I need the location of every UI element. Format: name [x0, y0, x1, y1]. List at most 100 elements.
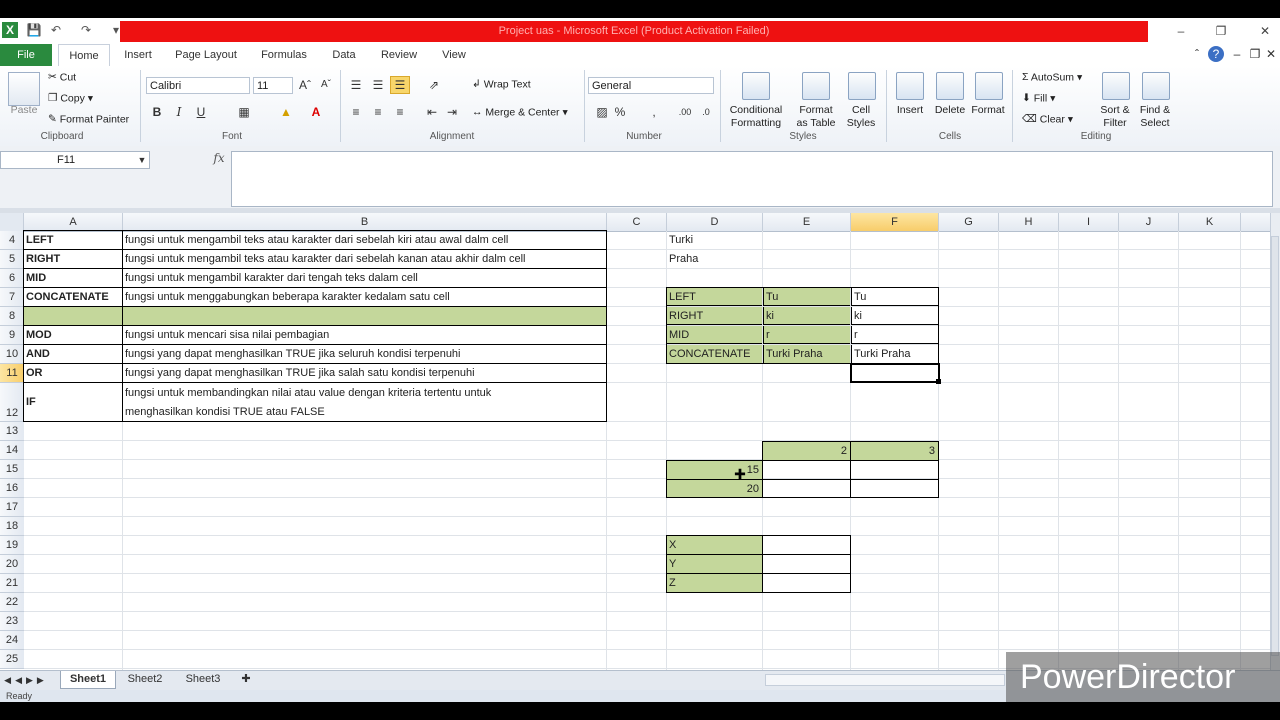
cell-a9[interactable]: MOD — [24, 326, 122, 345]
sheet-nav-arrows-icon[interactable]: ◀◀▶▶ — [4, 672, 48, 688]
binoculars-icon[interactable] — [1142, 72, 1170, 100]
format-as-table-icon[interactable] — [802, 72, 830, 100]
cell-b8[interactable] — [123, 307, 606, 325]
cell-styles-button[interactable]: Cell Styles — [838, 104, 884, 130]
column-header-k[interactable]: K — [1179, 213, 1241, 231]
tab-home[interactable]: Home — [58, 44, 110, 67]
cell-f14[interactable]: 3 — [851, 442, 938, 460]
undo-icon[interactable]: ↶ — [48, 22, 64, 38]
ribbon-collapse-icon[interactable]: ˆ — [1190, 46, 1204, 62]
align-top-icon[interactable]: ☰ — [348, 77, 364, 93]
cell-d16[interactable]: 20 — [667, 480, 762, 497]
paste-button[interactable]: Paste — [8, 104, 40, 117]
cell-f8[interactable]: ki — [851, 307, 938, 325]
cell-b12-line1[interactable]: fungsi untuk membandingkan nilai atau va… — [123, 384, 606, 403]
format-painter-button[interactable]: ✎ Format Painter — [48, 113, 129, 126]
row-header[interactable]: 13 — [0, 422, 24, 441]
tab-page-layout[interactable]: Page Layout — [170, 44, 242, 66]
font-size-combo[interactable]: 11 — [253, 77, 293, 94]
align-left-icon[interactable]: ≡ — [348, 104, 364, 120]
cell-f9[interactable]: r — [851, 326, 938, 344]
delete-cells-icon[interactable] — [936, 72, 964, 100]
conditional-formatting-button[interactable]: Conditional Formatting — [722, 104, 790, 130]
cell-e8[interactable]: ki — [763, 307, 850, 325]
format-cells-button[interactable]: Format — [968, 104, 1008, 117]
column-header-e[interactable]: E — [763, 213, 851, 231]
row-header[interactable]: 9 — [0, 326, 24, 345]
tab-data[interactable]: Data — [324, 44, 364, 66]
row-header[interactable]: 23 — [0, 612, 24, 631]
row-header[interactable]: 14 — [0, 441, 24, 460]
clear-button[interactable]: ⌫ Clear ▾ — [1022, 113, 1073, 126]
cut-button[interactable]: ✂ Cut — [48, 71, 76, 84]
align-right-icon[interactable]: ≡ — [392, 104, 408, 120]
align-middle-icon[interactable]: ☰ — [370, 77, 386, 93]
decrease-indent-icon[interactable]: ⇤ — [424, 104, 440, 120]
cell-a11[interactable]: OR — [24, 364, 122, 383]
insert-cells-button[interactable]: Insert — [890, 104, 930, 117]
fill-button[interactable]: ⬇ Fill ▾ — [1022, 92, 1055, 105]
column-header-c[interactable]: C — [607, 213, 667, 231]
name-box[interactable]: F11 — [0, 151, 150, 169]
column-header-b[interactable]: B — [123, 213, 607, 231]
conditional-formatting-icon[interactable] — [742, 72, 770, 100]
column-header-i[interactable]: I — [1059, 213, 1119, 231]
column-header-h[interactable]: H — [999, 213, 1059, 231]
format-cells-icon[interactable] — [975, 72, 1003, 100]
column-header-f[interactable]: F — [851, 213, 939, 231]
redo-icon[interactable]: ↷ — [78, 22, 94, 38]
underline-button[interactable]: U — [194, 104, 208, 120]
italic-button[interactable]: I — [172, 104, 186, 120]
row-header[interactable]: 6 — [0, 269, 24, 288]
fill-color-icon[interactable]: ▲ — [278, 104, 294, 120]
cell-d9[interactable]: MID — [667, 326, 762, 344]
row-header[interactable]: 5 — [0, 250, 24, 269]
comma-style-icon[interactable]: , — [648, 104, 660, 120]
bold-button[interactable]: B — [150, 104, 164, 120]
cell-d20[interactable]: Y — [667, 555, 762, 573]
cell-b12-line2[interactable]: menghasilkan kondisi TRUE atau FALSE — [123, 403, 606, 422]
merge-center-button[interactable]: ↔ Merge & Center ▾ — [472, 106, 568, 119]
cell-b5[interactable]: fungsi untuk mengambil teks atau karakte… — [123, 250, 606, 269]
cell-e10[interactable]: Turki Praha — [763, 345, 850, 363]
minimize-icon[interactable]: – — [1170, 22, 1192, 40]
sort-filter-icon[interactable] — [1102, 72, 1130, 100]
cell-b9[interactable]: fungsi untuk mencari sisa nilai pembagia… — [123, 326, 606, 345]
row-header[interactable]: 20 — [0, 555, 24, 574]
increase-indent-icon[interactable]: ⇥ — [444, 104, 460, 120]
cell-a6[interactable]: MID — [24, 269, 122, 288]
wrap-text-button[interactable]: ↲ Wrap Text — [472, 78, 531, 91]
cell-d10[interactable]: CONCATENATE — [667, 345, 762, 363]
row-header[interactable]: 12 — [0, 383, 24, 422]
insert-function-button[interactable]: fx — [210, 151, 228, 169]
row-header[interactable]: 19 — [0, 536, 24, 555]
doc-minimize-icon[interactable]: – — [1230, 46, 1244, 62]
cell-d15[interactable]: 15 — [667, 461, 762, 479]
row-header[interactable]: 21 — [0, 574, 24, 593]
row-header[interactable]: 8 — [0, 307, 24, 326]
cell-b6[interactable]: fungsi untuk mengambil karakter dari ten… — [123, 269, 606, 288]
cell-d19[interactable]: X — [667, 536, 762, 554]
tab-file[interactable]: File — [0, 44, 52, 66]
cell-b11[interactable]: fungsi yang dapat menghasilkan TRUE jika… — [123, 364, 606, 383]
insert-cells-icon[interactable] — [896, 72, 924, 100]
align-center-icon[interactable]: ≡ — [370, 104, 386, 120]
doc-close-icon[interactable]: ✕ — [1264, 46, 1278, 62]
row-header[interactable]: 24 — [0, 631, 24, 650]
row-header[interactable]: 10 — [0, 345, 24, 364]
cell-d4[interactable]: Turki — [667, 231, 762, 250]
fill-handle[interactable] — [936, 379, 941, 384]
cell-a5[interactable]: RIGHT — [24, 250, 122, 269]
formula-input[interactable] — [231, 151, 1273, 207]
delete-cells-button[interactable]: Delete — [930, 104, 970, 117]
cell-a8[interactable] — [24, 307, 122, 325]
increase-decimal-icon[interactable]: .00 — [676, 104, 694, 120]
column-header-j[interactable]: J — [1119, 213, 1179, 231]
cell-a4[interactable]: LEFT — [24, 231, 122, 250]
column-header-a[interactable]: A — [24, 213, 123, 231]
currency-icon[interactable]: ▨ — [592, 104, 612, 120]
help-icon[interactable]: ? — [1208, 46, 1224, 62]
horizontal-scrollbar[interactable] — [765, 674, 1005, 686]
vertical-scroll-thumb[interactable] — [1271, 236, 1279, 656]
row-header[interactable]: 16 — [0, 479, 24, 498]
